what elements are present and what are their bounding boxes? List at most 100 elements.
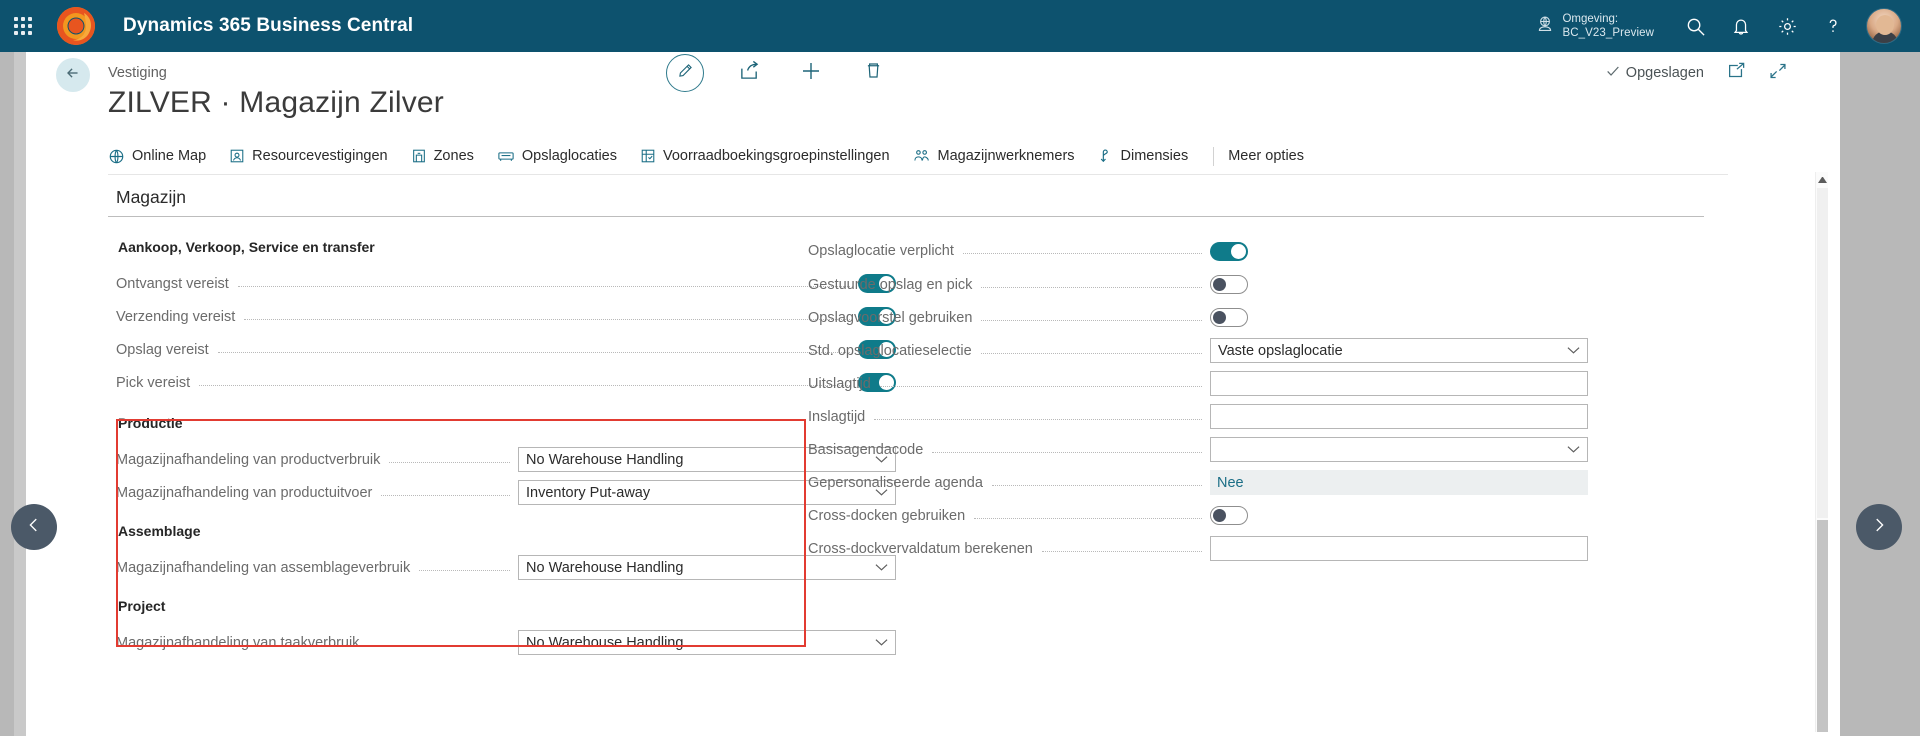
app-launcher-button[interactable] [0, 17, 46, 35]
dropdown-value: No Warehouse Handling [526, 634, 684, 651]
help-question-icon[interactable] [1810, 0, 1856, 52]
action-separator [1213, 146, 1215, 166]
user-avatar[interactable] [1866, 8, 1902, 44]
previous-record-button[interactable] [11, 504, 57, 550]
top-navigation-bar: Dynamics 365 Business Central Omgeving: … [0, 0, 1920, 52]
field-label: Ontvangst vereist [116, 275, 229, 292]
back-arrow-icon [63, 63, 83, 88]
toggle-opslaglocatie-verplicht[interactable] [1210, 241, 1248, 261]
action-more-options[interactable]: Meer opties [1228, 148, 1304, 164]
field-label: Opslag vereist [116, 341, 209, 358]
notifications-bell-icon[interactable] [1718, 0, 1764, 52]
dropdown-value: Vaste opslaglocatie [1218, 342, 1343, 359]
dropdown-value: No Warehouse Handling [526, 559, 684, 576]
action-magazijnwerknemers[interactable]: Magazijnwerknemers [913, 148, 1086, 164]
field-row: Std. opslaglocatieselectie Vaste opslagl… [808, 334, 1588, 367]
collapse-button[interactable] [1768, 61, 1788, 86]
inventory-posting-setup-icon [640, 148, 656, 164]
environment-text: Omgeving: BC_V23_Preview [1562, 12, 1654, 40]
dot-leader [981, 277, 1202, 288]
environment-globe-icon [1535, 14, 1555, 39]
saved-status: Opgeslagen [1605, 63, 1704, 83]
field-row: Magazijnafhandeling van taakverbruik No … [116, 626, 896, 659]
dot-leader [1041, 541, 1202, 552]
action-label: Online Map [132, 148, 207, 164]
field-label: Gestuurde opslag en pick [808, 276, 973, 293]
chevron-right-icon [1870, 516, 1888, 539]
field-row: Pick vereist [116, 366, 896, 399]
toggle-cross-docken-gebruiken[interactable] [1210, 506, 1248, 525]
dot-leader [419, 560, 510, 571]
input-cross-dockvervaldatum-berekenen[interactable] [1210, 536, 1588, 561]
right-gutter [1840, 52, 1920, 736]
environment-value: BC_V23_Preview [1562, 27, 1654, 39]
command-bar-right: Opgeslagen [1605, 52, 1788, 94]
group-title-productie: Productie [118, 415, 183, 431]
section-title: Magazijn [116, 187, 187, 207]
form-column-right: Opslaglocatie verplicht Gestuurde opslag… [808, 234, 1588, 565]
new-button[interactable] [794, 54, 828, 92]
top-bar-right-group: Omgeving: BC_V23_Preview [1535, 0, 1920, 52]
next-record-button[interactable] [1856, 504, 1902, 550]
field-row: Opslagvoorstel gebruiken [808, 301, 1588, 334]
environment-label: Omgeving: [1562, 13, 1619, 25]
action-voorraadboekingsgroepinstellingen[interactable]: Voorraadboekingsgroepinstellingen [640, 148, 901, 164]
warehouse-employees-icon [913, 148, 931, 164]
collapse-icon [1768, 61, 1788, 86]
input-inslagtijd[interactable] [1210, 404, 1588, 429]
chevron-down-icon [1567, 442, 1580, 458]
field-row: Gepersonaliseerde agenda Nee [808, 466, 1588, 499]
environment-indicator[interactable]: Omgeving: BC_V23_Preview [1535, 12, 1654, 40]
action-zones[interactable]: Zones [411, 148, 485, 164]
chevron-down-icon [1567, 343, 1580, 359]
action-bar-divider [108, 174, 1728, 175]
settings-gear-icon[interactable] [1764, 0, 1810, 52]
input-uitslagtijd[interactable] [1210, 371, 1588, 396]
chevron-left-icon [25, 516, 43, 539]
dot-leader [991, 475, 1202, 486]
bin-icon [497, 148, 515, 164]
group-title-project: Project [118, 598, 166, 614]
dot-leader [874, 409, 1202, 420]
breadcrumb[interactable]: Vestiging [108, 65, 167, 81]
action-label: Dimensies [1120, 148, 1189, 164]
field-row: Basisagendacode [808, 433, 1588, 466]
field-row: Cross-dockvervaldatum berekenen [808, 532, 1588, 565]
globe-map-icon [108, 148, 125, 165]
dot-leader [879, 376, 1202, 387]
plus-icon [800, 60, 822, 87]
field-label: Gepersonaliseerde agenda [808, 474, 983, 491]
dropdown-basisagendacode[interactable] [1210, 437, 1588, 462]
open-in-new-window-button[interactable] [1726, 61, 1746, 86]
dot-leader [974, 508, 1202, 519]
edit-button[interactable] [666, 54, 704, 92]
group-title-assemblage: Assemblage [118, 523, 201, 539]
vertical-scrollbar[interactable] [1815, 172, 1828, 732]
field-row: Uitslagtijd [808, 367, 1588, 400]
back-button[interactable] [56, 58, 90, 92]
field-label: Magazijnafhandeling van assemblageverbru… [116, 559, 411, 576]
field-label: Opslagvoorstel gebruiken [808, 309, 973, 326]
toggle-gestuurde-opslag-en-pick[interactable] [1210, 275, 1248, 294]
share-button[interactable] [732, 54, 766, 92]
dropdown-std-opslaglocatieselectie[interactable]: Vaste opslaglocatie [1210, 338, 1588, 363]
action-resourcevestigingen[interactable]: Resourcevestigingen [229, 148, 398, 164]
delete-button[interactable] [856, 54, 890, 92]
search-icon[interactable] [1672, 0, 1718, 52]
field-row: Gestuurde opslag en pick [808, 268, 1588, 301]
action-label: Magazijnwerknemers [937, 148, 1075, 164]
scrollbar-thumb[interactable] [1817, 188, 1828, 518]
scroll-up-arrow-icon[interactable] [1818, 174, 1827, 183]
value-gepersonaliseerde-agenda[interactable]: Nee [1210, 470, 1588, 495]
scrollbar-track[interactable] [1817, 520, 1828, 732]
field-row: Ontvangst vereist [116, 267, 896, 300]
field-row: Verzending vereist [116, 300, 896, 333]
field-row: Inslagtijd [808, 400, 1588, 433]
action-online-map[interactable]: Online Map [108, 148, 217, 165]
action-opslaglocaties[interactable]: Opslaglocaties [497, 148, 628, 164]
field-label: Opslaglocatie verplicht [808, 243, 954, 259]
field-row: Magazijnafhandeling van assemblageverbru… [116, 551, 896, 584]
action-dimensies[interactable]: Dimensies [1098, 148, 1200, 164]
toggle-opslagvoorstel-gebruiken[interactable] [1210, 308, 1248, 327]
dropdown-taakverbruik[interactable]: No Warehouse Handling [518, 630, 896, 655]
